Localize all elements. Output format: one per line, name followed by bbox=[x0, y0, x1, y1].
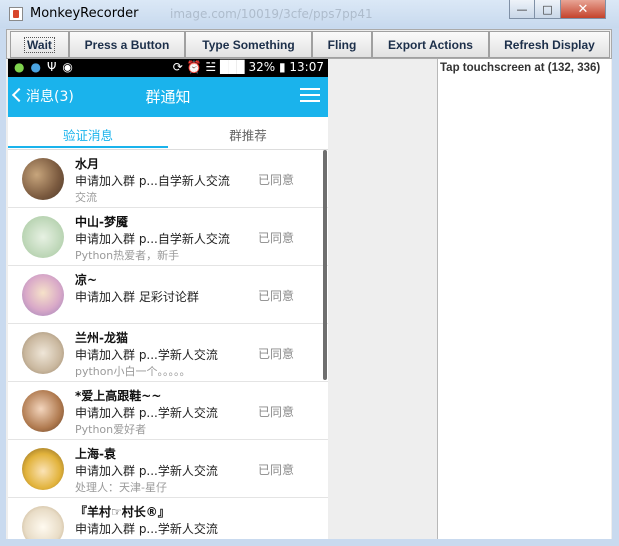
page-title: 群通知 bbox=[145, 88, 191, 106]
avatar bbox=[22, 274, 64, 316]
android-statusbar: ●●Ψ◉ ⟳ ⏰ ☱ ▉▉▉ 32% ▮ 13:07 bbox=[8, 59, 328, 77]
requester-name: 上海-袁 bbox=[75, 447, 116, 461]
list-item[interactable]: *爱上高跟鞋~~ 申请加入群 p...学新人交流 Python爱好者 已同意 bbox=[8, 382, 328, 440]
press-button-button[interactable]: Press a Button bbox=[69, 31, 185, 58]
status-badge: 已同意 bbox=[258, 347, 295, 361]
request-text: 申请加入群 足彩讨论群 bbox=[75, 290, 199, 304]
avatar bbox=[22, 448, 64, 490]
requester-name: 兰州-龙猫 bbox=[75, 331, 128, 345]
battery-icon: ▮ bbox=[278, 60, 286, 74]
status-badge: 已同意 bbox=[258, 231, 295, 245]
tab-verification[interactable]: 验证消息 bbox=[8, 125, 168, 144]
request-text: 申请加入群 p...自学新人交流 bbox=[75, 174, 230, 188]
request-text: 申请加入群 p...学新人交流 bbox=[75, 464, 218, 478]
hamburger-icon[interactable] bbox=[300, 88, 320, 102]
device-screen[interactable]: ●●Ψ◉ ⟳ ⏰ ☱ ▉▉▉ 32% ▮ 13:07 消息(3) 群通知 验证消… bbox=[8, 59, 328, 539]
usb-icon: Ψ bbox=[46, 60, 63, 74]
list-item[interactable]: 兰州-龙猫 申请加入群 p...学新人交流 python小白一个。。。。。 已同… bbox=[8, 324, 328, 382]
avatar bbox=[22, 216, 64, 258]
fling-button[interactable]: Fling bbox=[312, 31, 372, 58]
list-item[interactable]: 上海-袁 申请加入群 p...学新人交流 处理人：天津-星仔 已同意 bbox=[8, 440, 328, 498]
java-app-icon bbox=[9, 7, 23, 21]
type-something-button[interactable]: Type Something bbox=[185, 31, 312, 58]
request-text: 申请加入群 p...自学新人交流 bbox=[75, 232, 230, 246]
request-note: 交流 bbox=[75, 191, 97, 204]
request-text: 申请加入群 p...学新人交流 bbox=[75, 522, 218, 536]
notification-list[interactable]: 水月 申请加入群 p...自学新人交流 交流 已同意 中山-梦魇 申请加入群 p… bbox=[8, 150, 328, 539]
close-icon[interactable]: ✕ bbox=[561, 0, 606, 19]
status-badge: 已同意 bbox=[258, 173, 295, 187]
sync-icon: ⟳ bbox=[172, 60, 183, 74]
avatar bbox=[22, 390, 64, 432]
toolbar: Wait Press a Button Type Something Fling… bbox=[6, 29, 612, 59]
list-item[interactable]: 水月 申请加入群 p...自学新人交流 交流 已同意 bbox=[8, 150, 328, 208]
request-note: Python爱好者 bbox=[75, 423, 147, 436]
statusbar-left-icons: ●●Ψ◉ bbox=[14, 60, 79, 74]
status-badge: 已同意 bbox=[258, 289, 295, 303]
list-item[interactable]: 中山-梦魇 申请加入群 p...自学新人交流 Python热爱者，新手 已同意 bbox=[8, 208, 328, 266]
requester-name: 凉~ bbox=[75, 273, 98, 287]
action-log-entry[interactable]: Tap touchscreen at (132, 336) bbox=[440, 62, 600, 74]
request-text: 申请加入群 p...学新人交流 bbox=[75, 406, 218, 420]
request-note: Python热爱者，新手 bbox=[75, 249, 180, 262]
wait-button-label: Wait bbox=[24, 36, 55, 53]
alarm-icon: ⏰ bbox=[186, 60, 202, 74]
avatar bbox=[22, 332, 64, 374]
window-controls: — □ ✕ bbox=[509, 0, 606, 20]
window-title-ghost: image.com/10019/3cfe/pps7pp41 bbox=[170, 7, 373, 21]
clock: 13:07 bbox=[289, 60, 324, 74]
list-scrollbar[interactable] bbox=[323, 150, 327, 380]
requester-name: *爱上高跟鞋~~ bbox=[75, 389, 162, 403]
request-note: python小白一个。。。。。 bbox=[75, 365, 191, 378]
avatar bbox=[22, 158, 64, 200]
signal-icon: ▉▉▉ bbox=[219, 60, 246, 74]
main-frame: ●●Ψ◉ ⟳ ⏰ ☱ ▉▉▉ 32% ▮ 13:07 消息(3) 群通知 验证消… bbox=[6, 59, 612, 539]
tab-recommend[interactable]: 群推荐 bbox=[168, 125, 328, 144]
status-badge: 已同意 bbox=[258, 405, 295, 419]
minimize-icon[interactable]: — bbox=[509, 0, 535, 19]
requester-name: 『羊村☞村长®』 bbox=[75, 505, 170, 519]
wait-button[interactable]: Wait bbox=[10, 31, 69, 58]
360-icon: ● bbox=[14, 60, 31, 74]
statusbar-right: ⟳ ⏰ ☱ ▉▉▉ 32% ▮ 13:07 bbox=[173, 60, 324, 74]
window-title: MonkeyRecorder bbox=[30, 6, 139, 21]
request-note: 处理人：天津-星仔 bbox=[75, 481, 167, 494]
refresh-display-button[interactable]: Refresh Display bbox=[489, 31, 610, 58]
requester-name: 中山-梦魇 bbox=[75, 215, 128, 229]
status-badge: 已同意 bbox=[258, 463, 295, 477]
requester-name: 水月 bbox=[75, 157, 100, 171]
window-titlebar: MonkeyRecorder image.com/10019/3cfe/pps7… bbox=[0, 0, 619, 28]
list-item[interactable]: 凉~ 申请加入群 足彩讨论群 已同意 bbox=[8, 266, 328, 324]
globe-icon: ● bbox=[30, 60, 47, 74]
list-item[interactable]: 『羊村☞村长®』 申请加入群 p...学新人交流 bbox=[8, 498, 328, 539]
maximize-icon[interactable]: □ bbox=[535, 0, 561, 19]
actions-log-panel[interactable]: Tap touchscreen at (132, 336) bbox=[437, 59, 611, 539]
tab-indicator bbox=[8, 146, 168, 148]
wifi-icon: ☱ bbox=[205, 60, 217, 74]
request-text: 申请加入群 p...学新人交流 bbox=[75, 348, 218, 362]
avatar bbox=[22, 506, 64, 539]
export-actions-button[interactable]: Export Actions bbox=[372, 31, 489, 58]
app-header: 消息(3) 群通知 bbox=[8, 77, 328, 117]
android-icon: ◉ bbox=[62, 60, 79, 74]
battery-percent: 32% bbox=[248, 60, 276, 74]
